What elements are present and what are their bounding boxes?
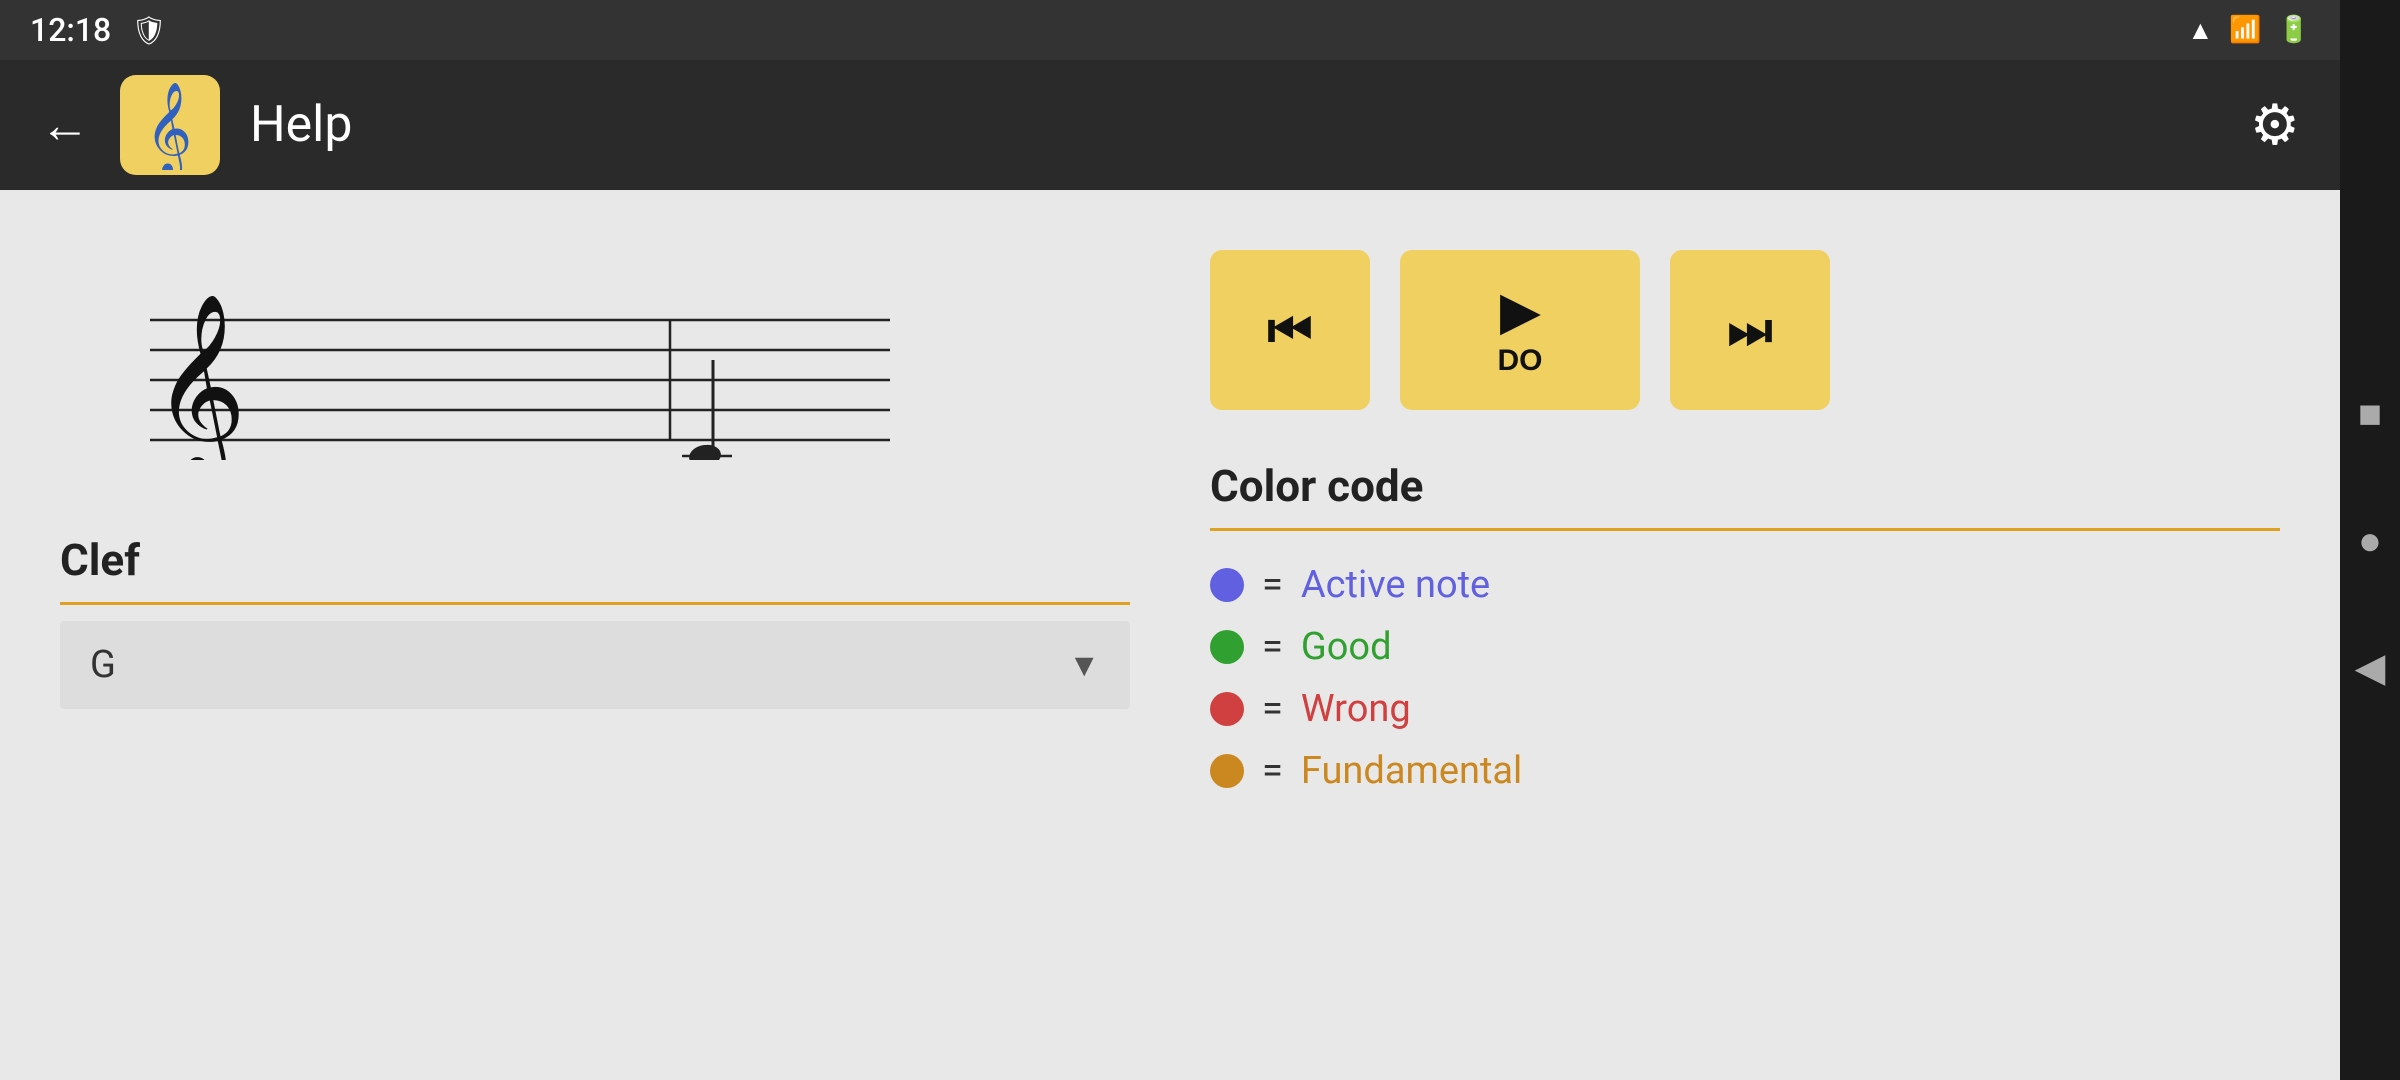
main-content: 𝄞 Clef G ▼ (0, 190, 2340, 1080)
clef-dropdown-value: G (90, 643, 116, 687)
status-bar: 12:18 🛡 ▲ 📶 🔋 (0, 0, 2340, 60)
signal-icon: 📶 (2229, 15, 2261, 45)
color-code-divider (1210, 528, 2280, 531)
next-button[interactable]: ⏭ (1670, 250, 1830, 410)
battery-icon: 🔋 (2278, 15, 2310, 45)
good-dot (1210, 630, 1244, 664)
back-nav-button[interactable]: ◀ (2355, 644, 2386, 691)
back-button[interactable]: ← (40, 96, 90, 155)
good-label: Good (1301, 625, 1392, 669)
square-button[interactable]: ■ (2358, 390, 2382, 437)
active-equals: = (1262, 563, 1283, 607)
color-item-good: = Good (1210, 625, 2280, 669)
top-bar: ← 𝄞 Help ⚙ (0, 60, 2340, 190)
next-icon: ⏭ (1728, 301, 1773, 360)
shield-icon: 🛡 (131, 14, 167, 47)
fundamental-label: Fundamental (1301, 749, 1522, 793)
svg-text:𝄞: 𝄞 (145, 83, 192, 170)
circle-button[interactable]: ● (2358, 517, 2382, 564)
music-staff: 𝄞 (70, 260, 930, 460)
clef-section: Clef G ▼ (60, 534, 1130, 709)
play-label: DO (1498, 344, 1543, 378)
color-code-section: Color code = Active note = Good (1210, 460, 2280, 793)
play-button[interactable]: ▶ DO (1400, 250, 1640, 410)
fundamental-equals: = (1262, 749, 1283, 793)
clef-section-label: Clef (60, 534, 1130, 586)
staff-area: 𝄞 (60, 230, 1130, 494)
color-items-list: = Active note = Good = Wrong (1210, 563, 2280, 793)
wrong-equals: = (1262, 687, 1283, 731)
fundamental-dot (1210, 754, 1244, 788)
playback-controls: ⏮ ▶ DO ⏭ (1210, 250, 2280, 410)
wrong-dot (1210, 692, 1244, 726)
settings-button[interactable]: ⚙ (2250, 92, 2300, 158)
clef-divider (60, 602, 1130, 605)
status-time: 12:18 (30, 11, 111, 49)
color-item-active: = Active note (1210, 563, 2280, 607)
color-code-label: Color code (1210, 460, 2280, 512)
active-dot (1210, 568, 1244, 602)
chevron-down-icon: ▼ (1068, 646, 1100, 684)
right-column: ⏮ ▶ DO ⏭ Color code = Active (1210, 230, 2280, 1040)
clef-dropdown[interactable]: G ▼ (60, 621, 1130, 709)
page-title: Help (250, 96, 352, 154)
color-item-fundamental: = Fundamental (1210, 749, 2280, 793)
prev-button[interactable]: ⏮ (1210, 250, 1370, 410)
left-column: 𝄞 Clef G ▼ (60, 230, 1130, 1040)
active-note-label: Active note (1301, 563, 1490, 607)
prev-icon: ⏮ (1268, 301, 1313, 360)
good-equals: = (1262, 625, 1283, 669)
play-icon: ▶ (1501, 282, 1539, 340)
app-icon: 𝄞 (120, 75, 220, 175)
svg-text:𝄞: 𝄞 (152, 296, 247, 460)
wrong-label: Wrong (1301, 687, 1411, 731)
color-item-wrong: = Wrong (1210, 687, 2280, 731)
android-nav-panel: ■ ● ◀ (2340, 0, 2400, 1080)
wifi-icon: ▲ (2188, 15, 2214, 46)
treble-clef-icon: 𝄞 (135, 80, 205, 170)
